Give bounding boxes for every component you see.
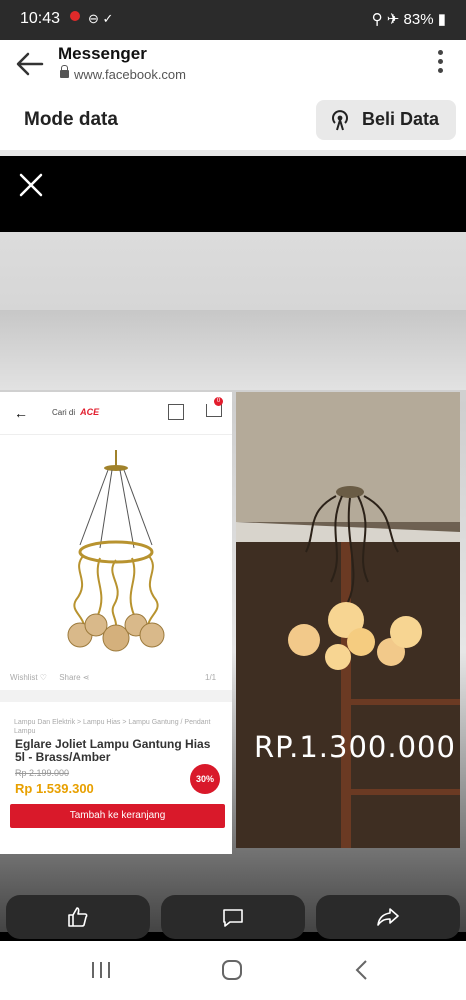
browser-header: Messenger www.facebook.com (0, 40, 466, 93)
nav-back-icon[interactable] (352, 958, 372, 982)
product-nav: ← Cari di ACE 0 (0, 392, 232, 435)
product-search: Cari di ACE (52, 407, 99, 417)
thumbs-up-icon (68, 907, 88, 927)
more-options-icon[interactable] (438, 50, 444, 78)
status-right-group: ⚲ ✈ 83% ▮ (372, 10, 446, 28)
recent-apps-icon[interactable] (89, 959, 113, 981)
discount-badge: 30% (190, 764, 220, 794)
lock-icon (60, 65, 69, 78)
comment-icon (223, 909, 243, 927)
share-icon (377, 908, 399, 926)
system-nav-bar (0, 941, 466, 1000)
notification-dot-icon (70, 11, 80, 21)
divider (0, 690, 232, 702)
price-overlay-text: RP.1.300.000 (254, 730, 456, 764)
chandelier-photo-image (236, 392, 460, 848)
signal-tower-icon (332, 110, 348, 131)
chandelier-product-image (67, 450, 165, 652)
product-card: ← Cari di ACE 0 Wishlist ♡ Share ⋖ 1/1 L… (0, 392, 232, 854)
cart-icon (206, 404, 222, 417)
status-icons: ⊖ ✓ (88, 11, 114, 26)
post-actions (0, 895, 466, 941)
image-count: 1/1 (205, 673, 217, 682)
product-name: Eglare Joliet Lampu Gantung Hias 5l - Br… (15, 737, 211, 764)
browser-title: Messenger (58, 44, 147, 63)
product-new-price: Rp 1.539.300 (15, 781, 94, 796)
back-arrow-icon[interactable] (14, 50, 46, 78)
home-icon[interactable] (220, 958, 244, 982)
cart-badge: 0 (214, 397, 223, 406)
mode-data-label: Mode data (24, 109, 118, 130)
battery-icon: ▮ (437, 11, 446, 28)
wifi-airplane-icons: ⚲ ✈ (371, 11, 400, 28)
comment-button[interactable] (161, 895, 305, 939)
like-button[interactable] (6, 895, 150, 939)
store-logo: ACE (80, 407, 100, 417)
share-button[interactable] (316, 895, 460, 939)
product-back-icon: ← (14, 405, 28, 421)
product-meta: Wishlist ♡ Share ⋖ 1/1 (10, 673, 217, 682)
url-text: www.facebook.com (74, 67, 186, 82)
share-label[interactable]: Share (59, 673, 80, 682)
photo-viewer: ← Cari di ACE 0 Wishlist ♡ Share ⋖ 1/1 L… (0, 156, 466, 932)
installed-chandelier-photo: RP.1.300.000 (236, 392, 460, 848)
photo-top-band (0, 310, 466, 390)
search-prefix: Cari di (52, 408, 76, 417)
data-mode-bar: Mode data Beli Data (0, 92, 466, 156)
shared-photo[interactable]: ← Cari di ACE 0 Wishlist ♡ Share ⋖ 1/1 L… (0, 232, 466, 932)
status-bar: 10:43 ⊖ ✓ ⚲ ✈ 83% ▮ (0, 0, 466, 40)
product-breadcrumb: Lampu Dan Elektrik > Lampu Hias > Lampu … (14, 719, 211, 735)
buy-data-label: Beli Data (362, 109, 440, 129)
wishlist-label[interactable]: Wishlist (10, 673, 38, 682)
status-time: 10:43 (20, 10, 61, 27)
close-icon[interactable] (18, 172, 44, 198)
add-to-cart-button[interactable]: Tambah ke keranjang (10, 804, 225, 828)
product-old-price: Rp 2.199.000 (15, 768, 70, 778)
scan-icon (168, 404, 184, 420)
browser-url: www.facebook.com (60, 65, 186, 82)
buy-data-button[interactable]: Beli Data (316, 100, 456, 140)
battery-level: 83% (403, 11, 434, 28)
